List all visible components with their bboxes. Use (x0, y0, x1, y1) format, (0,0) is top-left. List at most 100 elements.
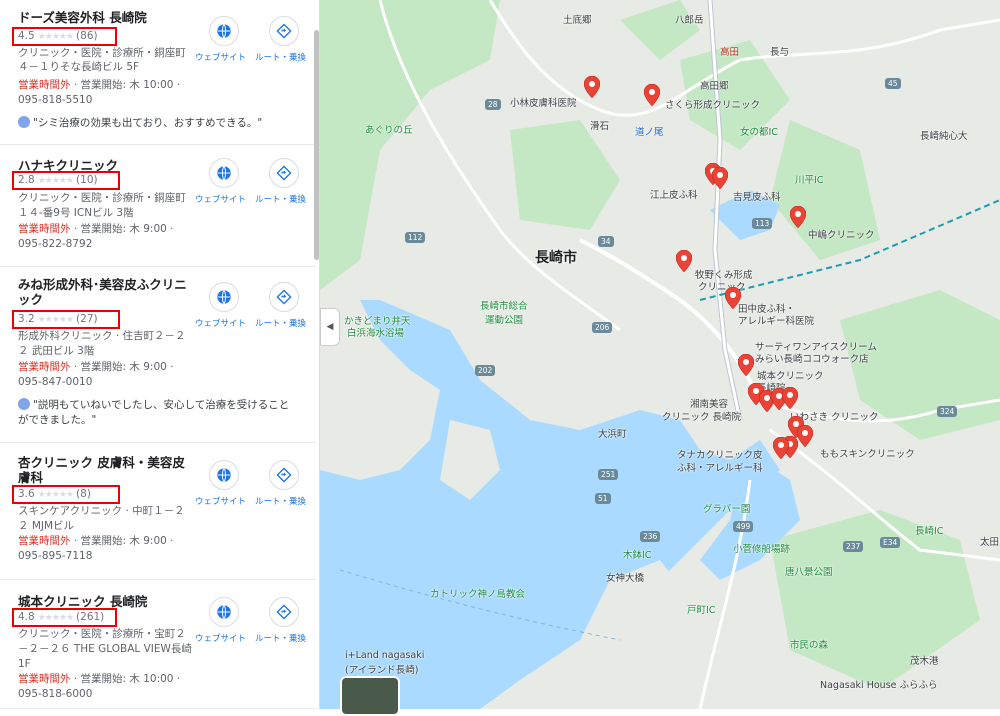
clinic-pin-icon[interactable] (789, 205, 807, 229)
clinic-pin-icon[interactable] (711, 166, 729, 190)
map-place-label[interactable]: (アイランド長崎) (345, 662, 418, 676)
result-card[interactable]: みね形成外科･美容皮ふクリニック 3.2 ★★★★★ (27) 形成外科クリニック · … (0, 267, 316, 443)
route-label[interactable]: ルート・乗換 (255, 495, 306, 507)
map-place-label[interactable]: さくら形成クリニック (665, 97, 760, 111)
website-label[interactable]: ウェブサイト (195, 495, 246, 507)
hours-status: 営業時間外 · 営業開始: 木 9:00 · (18, 222, 173, 237)
map-place-label[interactable]: 木鉢IC (623, 547, 651, 561)
map-place-label[interactable]: 唐八景公園 (785, 564, 833, 578)
map-place-label[interactable]: 高田郷 (700, 78, 729, 92)
website-button[interactable] (209, 460, 239, 490)
result-name[interactable]: みね形成外科･美容皮ふクリニック (18, 277, 193, 307)
route-label[interactable]: ルート・乗換 (255, 632, 306, 644)
route-label[interactable]: ルート・乗換 (255, 51, 306, 63)
map-place-label[interactable]: 江上皮ふ科 (650, 187, 698, 201)
result-name[interactable]: 杏クリニック 皮膚科・美容皮膚科 (18, 455, 193, 485)
result-name[interactable]: 城本クリニック 長崎院 (18, 594, 193, 609)
map-place-label[interactable]: アレルギー科医院 (738, 313, 814, 327)
map-place-label[interactable]: グラバー園 (703, 501, 750, 515)
map-place-label[interactable]: タナカクリニック皮 (677, 447, 763, 461)
route-button[interactable] (269, 16, 299, 46)
map-place-label[interactable]: クリニック 長崎院 (662, 409, 741, 423)
website-button[interactable] (209, 597, 239, 627)
map-place-label[interactable]: 長崎純心大 (920, 128, 968, 142)
map-place-label[interactable]: 長崎IC (915, 523, 943, 537)
collapse-panel-button[interactable]: ◀ (320, 308, 340, 346)
map-place-label[interactable]: あぐりの丘 (365, 122, 413, 136)
scrollbar[interactable] (314, 30, 319, 260)
result-name[interactable]: ドーズ美容外科 長崎院 (18, 10, 193, 25)
review-count[interactable]: (8) (76, 488, 91, 500)
clinic-pin-icon[interactable] (737, 353, 755, 377)
address-line: ２ 武田ビル 3階 (18, 345, 95, 357)
map-place-label[interactable]: 長崎市総合 (480, 298, 528, 312)
closed-label: 営業時間外 (18, 79, 71, 91)
map-place-label[interactable]: ふ科・アレルギー科 (677, 460, 763, 474)
review-count[interactable]: (10) (76, 174, 98, 186)
map-place-label[interactable]: 高田 (720, 44, 739, 58)
rating-value: 4.8 (18, 611, 35, 623)
route-label[interactable]: ルート・乗換 (255, 193, 306, 205)
map-place-label[interactable]: 大浜町 (598, 426, 627, 440)
map-place-label[interactable]: 女神大橋 (606, 570, 644, 584)
website-label[interactable]: ウェブサイト (195, 632, 246, 644)
map-place-label[interactable]: 川平IC (795, 172, 823, 186)
clinic-pin-icon[interactable] (781, 386, 799, 410)
map-place-label[interactable]: i+Land nagasaki (345, 650, 424, 661)
map-place-label[interactable]: 女の都IC (740, 124, 778, 138)
map-place-label[interactable]: 道ノ尾 (635, 124, 664, 138)
result-card[interactable]: 杏クリニック 皮膚科・美容皮膚科 3.6 ★★★★★ (8) スキンケアクリニック · … (0, 443, 316, 580)
map-place-label[interactable]: 長与 (770, 44, 789, 58)
website-button[interactable] (209, 158, 239, 188)
result-card[interactable]: ハナキクリニック 2.8 ★★★★★ (10) クリニック・医院・診療所・銅座町 １４-番… (0, 145, 316, 267)
map-place-label[interactable]: 白浜海水浴場 (347, 325, 404, 339)
route-label[interactable]: ルート・乗換 (255, 317, 306, 329)
map-view[interactable]: 長崎市 土底郷 八郎岳 長与 高田 高田郷 小林皮膚科医院 さくら形成クリニック 滑石 道ノ尾 女の… (320, 0, 1000, 710)
route-number-shield: 113 (752, 218, 773, 229)
map-place-label[interactable]: 小菅修船場跡 (733, 541, 790, 555)
map-place-label[interactable]: 中嶋クリニック (808, 227, 875, 241)
map-place-label[interactable]: 戸町IC (687, 602, 715, 616)
route-button[interactable] (269, 158, 299, 188)
result-card[interactable]: 城本クリニック 長崎院 4.8 ★★★★★ (261) クリニック・医院・診療所・宝町２… (0, 580, 316, 709)
route-number-shield: 324 (937, 406, 958, 417)
map-place-label[interactable]: 市民の森 (790, 637, 828, 651)
map-place-label[interactable]: 太田 (980, 534, 999, 548)
clinic-pin-icon[interactable] (796, 424, 814, 448)
map-place-label[interactable]: 茂木港 (910, 653, 939, 667)
website-button[interactable] (209, 16, 239, 46)
map-place-label[interactable]: 滑石 (590, 118, 609, 132)
route-button[interactable] (269, 460, 299, 490)
clinic-pin-icon[interactable] (675, 249, 693, 273)
website-label[interactable]: ウェブサイト (195, 193, 246, 205)
review-count[interactable]: (86) (76, 30, 98, 42)
clinic-pin-icon[interactable] (724, 286, 742, 310)
review-count[interactable]: (261) (76, 611, 104, 623)
map-canvas[interactable] (320, 0, 1000, 710)
map-place-label[interactable]: みらい長崎ココウォーク店 (755, 351, 869, 365)
website-label[interactable]: ウェブサイト (195, 51, 246, 63)
map-place-label[interactable]: 運動公園 (485, 312, 523, 326)
website-label[interactable]: ウェブサイト (195, 317, 246, 329)
map-place-label[interactable]: 湘南美容 (690, 396, 728, 410)
map-place-label[interactable]: 小林皮膚科医院 (510, 95, 577, 109)
map-place-label[interactable]: カトリック神ノ島教会 (430, 586, 525, 600)
map-place-label[interactable]: 八郎岳 (675, 12, 704, 26)
map-place-label[interactable]: Nagasaki House ふらふら (820, 677, 938, 691)
map-place-label[interactable]: ももスキンクリニック (820, 446, 915, 460)
result-card[interactable]: ドーズ美容外科 長崎院 4.5 ★★★★★ (86) クリニック・医院・診療所・銅座町 ４… (0, 0, 316, 145)
clinic-pin-icon[interactable] (772, 436, 790, 460)
website-button[interactable] (209, 282, 239, 312)
map-place-label[interactable]: 土底郷 (563, 12, 592, 26)
results-panel[interactable]: ドーズ美容外科 長崎院 4.5 ★★★★★ (86) クリニック・医院・診療所・銅座町 ４… (0, 0, 320, 709)
satellite-layer-thumbnail[interactable] (340, 676, 400, 716)
map-place-label[interactable]: 吉見皮ふ科 (733, 189, 781, 203)
clinic-pin-icon[interactable] (583, 75, 601, 99)
review-count[interactable]: (27) (76, 313, 98, 325)
route-button[interactable] (269, 597, 299, 627)
reviewer-avatar-icon (18, 116, 30, 128)
clinic-pin-icon[interactable] (643, 83, 661, 107)
route-number-shield: 51 (595, 493, 611, 504)
rating-value: 2.8 (18, 174, 35, 186)
route-button[interactable] (269, 282, 299, 312)
